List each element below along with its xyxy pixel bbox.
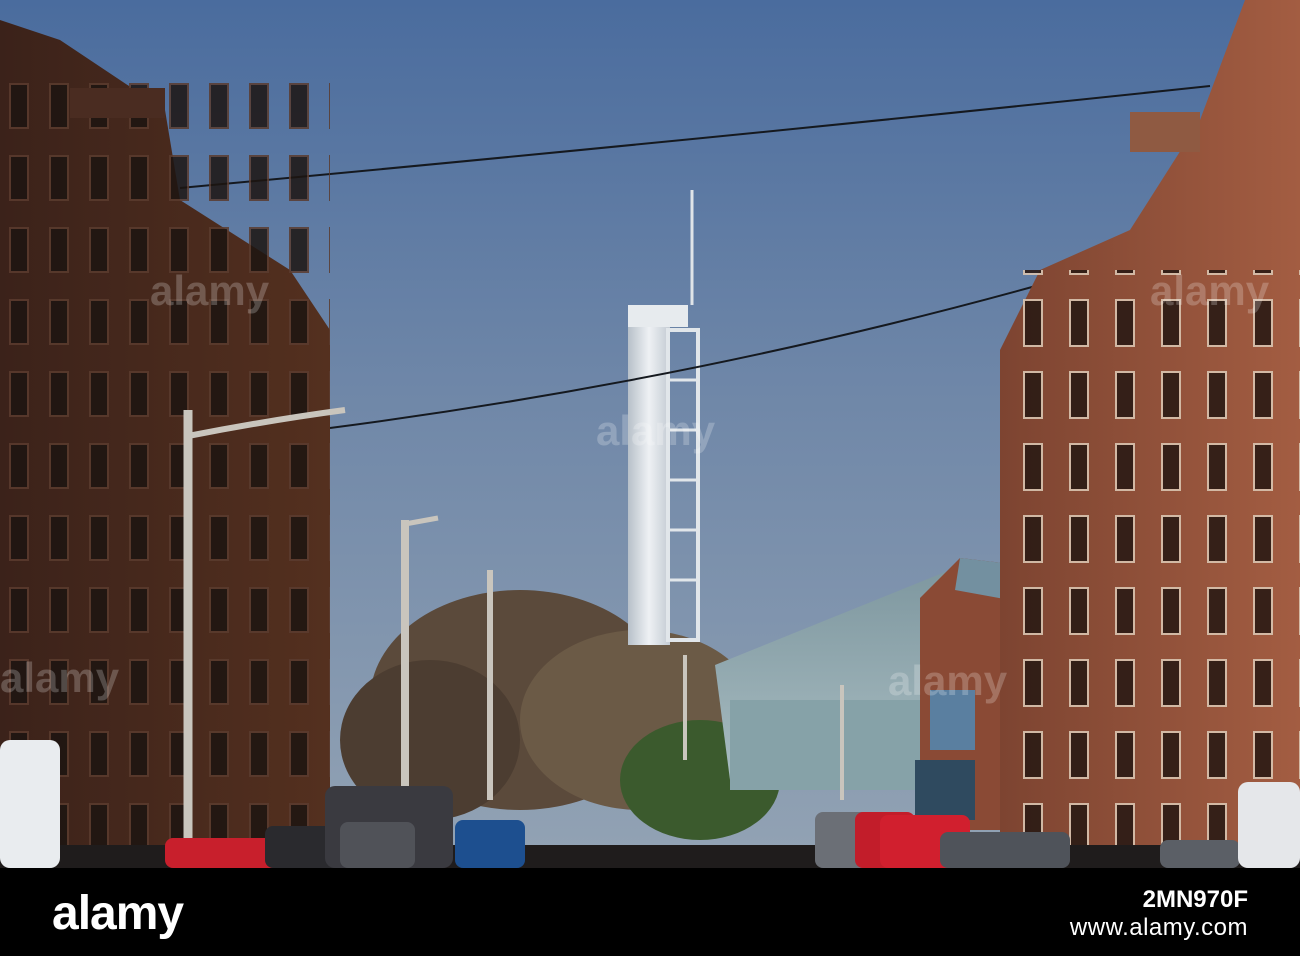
left-tenement (0, 20, 330, 850)
photo: alamy alamy alamy alamy alamy (0, 0, 1300, 868)
street-scene: alamy alamy alamy alamy alamy (0, 0, 1300, 868)
footer-meta: 2MN970F www.alamy.com (1070, 886, 1248, 942)
svg-text:alamy: alamy (0, 654, 120, 701)
footer-url: www.alamy.com (1069, 914, 1248, 941)
footer-bar: alamy 2MN970F www.alamy.com (0, 868, 1300, 956)
brand-logo: alamy (52, 887, 184, 940)
svg-text:alamy: alamy (150, 267, 270, 314)
svg-text:alamy: alamy (596, 407, 716, 454)
image-id: 2MN970F (1142, 886, 1248, 913)
svg-text:alamy: alamy (888, 657, 1008, 704)
svg-text:alamy: alamy (1150, 267, 1270, 314)
